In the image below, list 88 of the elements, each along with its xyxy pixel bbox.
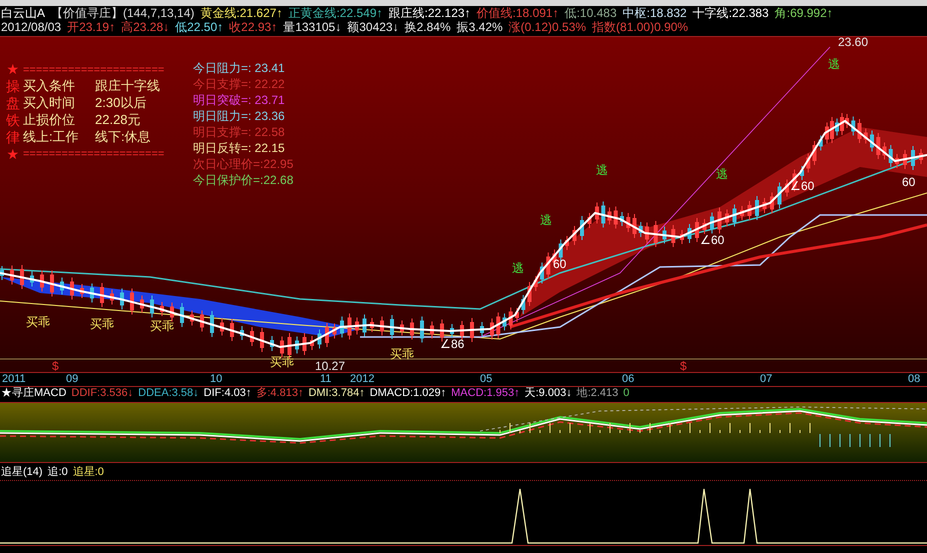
buy-marker: 买乖: [270, 355, 294, 369]
quote-value: 开23.19↑: [67, 20, 116, 34]
escape-marker: 逃: [540, 213, 552, 227]
quote-value: 涨(0.12)0.53%: [508, 20, 586, 34]
axis-label: 07: [760, 373, 772, 386]
side-character: 盘: [6, 95, 20, 112]
quote-value: 高23.28↓: [121, 20, 170, 34]
indicator-reading: DIF:4.03↑: [204, 387, 252, 401]
side-character: 铁: [6, 112, 20, 129]
indicator-reading: 十字线:22.383: [692, 6, 769, 20]
signal-marker: $: [680, 359, 687, 373]
level-reading: 今日支撑=: 22.22: [193, 76, 286, 92]
indicator-reading: DMI:3.784↑: [308, 387, 365, 401]
axis-label: 08: [908, 373, 920, 386]
quote-value: 振3.42%: [456, 20, 503, 34]
star-reading: 追星:0: [72, 466, 104, 480]
axis-label: 2012: [350, 373, 374, 386]
level-reading: 明日突破=: 23.71: [193, 92, 286, 108]
price-label: 10.27: [315, 359, 346, 373]
indicator-reading: DDEA:3.58↓: [138, 387, 199, 401]
quote-value: 收22.93↑: [229, 20, 278, 34]
indicator-params: (144,7,13,14): [123, 6, 194, 20]
indicator-title: 【价值寻庄】: [51, 6, 124, 20]
indicator-reading: ★寻庄MACD: [1, 387, 66, 401]
buy-marker: 买乖: [90, 317, 114, 331]
buy-marker: 买乖: [150, 319, 174, 333]
escape-marker: 逃: [828, 57, 840, 71]
rule-label: 买入时间: [23, 94, 76, 111]
rule-label: 止损价位: [23, 111, 76, 128]
side-character: 操: [6, 78, 20, 95]
side-character: ★: [6, 146, 20, 163]
angle-label: ∠60: [700, 233, 724, 247]
indicator-reading: 中枢:18.832: [622, 6, 687, 20]
price-label: 23.60: [838, 35, 868, 49]
star-reading: 追:0: [48, 466, 68, 480]
level-reading: 次日心理价=:22.95: [193, 156, 294, 172]
quote-date: 2012/08/03: [1, 20, 62, 34]
indicator-reading: 多:4.813↑: [256, 387, 304, 401]
quote-value: 指数(81.00)0.90%: [592, 20, 688, 34]
level-reading: 明日反转=: 22.15: [193, 140, 286, 156]
quote-value: 低22.50↑: [175, 20, 224, 34]
angle-label: 60: [902, 175, 916, 189]
rule-value: 22.28元: [95, 111, 141, 128]
escape-marker: 逃: [596, 163, 608, 177]
side-character: 律: [6, 129, 20, 146]
axis-label: 05: [480, 373, 492, 386]
axis-label: 06: [622, 373, 634, 386]
axis-label: 2011: [2, 373, 26, 386]
angle-label: ∠60: [790, 179, 814, 193]
signal-marker: $: [52, 359, 59, 373]
indicator-reading: 角:69.992↑: [774, 6, 833, 20]
star-reading: 追星(14): [1, 466, 43, 480]
level-reading: 今日保护价=:22.68: [193, 172, 294, 188]
quote-value: 量133105↓: [283, 20, 342, 34]
indicator-reading: DMACD:1.029↑: [370, 387, 446, 401]
buy-marker: 买乖: [26, 315, 50, 329]
escape-marker: 逃: [716, 167, 728, 181]
indicator-reading: 跟庄线:22.123↑: [388, 6, 471, 20]
level-reading: 明日支撑=: 22.58: [193, 124, 286, 140]
indicator-reading: 天:9.003↓: [524, 387, 572, 401]
indicator-reading: 地:2.413: [576, 387, 618, 401]
rule-value: 跟庄十字线: [95, 77, 160, 94]
rule-label: 线上:工作: [23, 128, 80, 145]
angle-label: ∠86: [440, 337, 464, 351]
indicator-reading: 低:10.483: [564, 6, 617, 20]
stock-name: 白云山A: [1, 6, 46, 20]
rule-value: 线下:休息: [95, 128, 151, 145]
indicator-reading: DDIF:3.536↓: [71, 387, 134, 401]
axis-label: 09: [66, 373, 78, 386]
level-reading: 今日阻力=: 23.41: [193, 60, 286, 76]
buy-marker: 买乖: [390, 347, 414, 361]
quote-value: 额30423↓: [347, 20, 399, 34]
angle-label: 60: [553, 257, 566, 271]
indicator-reading: 正黄金线:22.549↑: [288, 6, 382, 20]
rule-value: 2:30以后: [95, 94, 146, 111]
indicator-reading: 0: [623, 387, 630, 401]
axis-label: 11: [320, 373, 332, 386]
indicator-reading: 价值线:18.091↑: [476, 6, 559, 20]
escape-marker: 逃: [512, 261, 524, 275]
indicator-reading: MACD:1.953↑: [451, 387, 520, 401]
indicator-reading: 黄金线:21.627↑: [200, 6, 282, 20]
quote-value: 换2.84%: [404, 20, 451, 34]
divider-rule: ======================: [23, 147, 164, 161]
side-character: ★: [6, 61, 20, 78]
rule-label: 买入条件: [23, 77, 76, 94]
level-reading: 明日阻力=: 23.36: [193, 108, 286, 124]
axis-label: 10: [210, 373, 222, 386]
divider-rule: ======================: [23, 63, 164, 77]
